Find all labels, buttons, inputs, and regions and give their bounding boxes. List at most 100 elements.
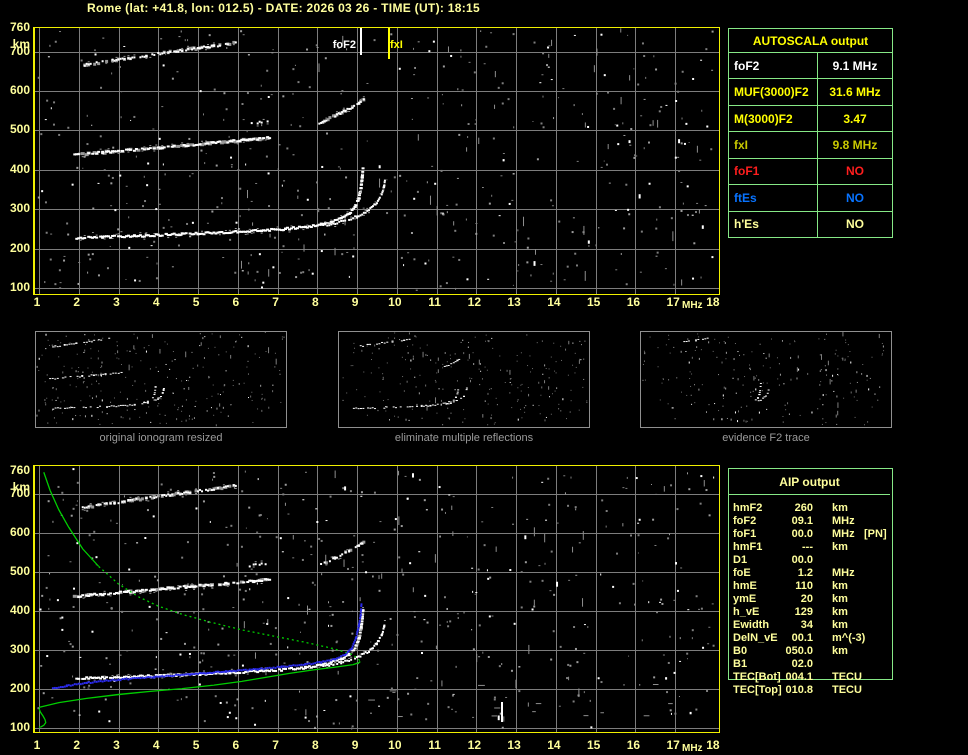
aip-value: 1.2 [797, 567, 813, 579]
aip-value: 34 [800, 619, 813, 631]
panel-caption-eliminate: eliminate multiple reflections [394, 432, 534, 444]
autoscala-row-fxi: fxI 9.8 MHz [729, 132, 892, 159]
x-tick-label: 9 [351, 295, 359, 309]
aip-unit: km [832, 645, 848, 657]
aip-unit: km [832, 580, 848, 592]
x-tick-label: 13 [507, 738, 521, 752]
aip-row-hme: hmE 110 km [733, 580, 891, 593]
aip-unit: MHz [832, 567, 855, 579]
aip-value: 010.8 [785, 684, 813, 696]
y-tick-label: 500 [9, 122, 30, 136]
y-tick-label: 300 [9, 201, 30, 215]
aip-row-d1: D1 00.0 [733, 554, 891, 567]
parameter-name: MUF(3000)F2 [729, 79, 818, 105]
x-tick-label: 12 [467, 295, 482, 309]
x-tick-label: 2 [73, 738, 81, 752]
aip-value: 02.0 [791, 658, 813, 670]
aip-unit: km [832, 541, 848, 553]
aip-unit: MHz [832, 528, 855, 540]
parameter-name: ftEs [729, 185, 818, 211]
aip-unit: km [832, 593, 848, 605]
y-tick-label: 300 [9, 642, 30, 656]
y-tick-label: 760 [9, 463, 30, 477]
x-tick-label: 10 [388, 295, 402, 309]
aip-value: 110 [795, 580, 813, 592]
x-tick-label: 18 [706, 295, 720, 309]
top-x-axis-unit: MHz [682, 300, 703, 311]
parameter-value: 3.47 [843, 111, 867, 126]
aip-label: foE [733, 567, 751, 579]
x-tick-label: 1 [33, 738, 41, 752]
aip-value: 260 [794, 502, 813, 514]
autoscala-window: Rome (lat: +41.8, lon: 012.5) - DATE: 20… [0, 0, 968, 755]
x-tick-label: 14 [547, 738, 561, 752]
x-tick-label: 3 [113, 295, 120, 309]
aip-unit: km [832, 606, 848, 618]
y-tick-label: 200 [9, 241, 30, 255]
ionogram-bottom-canvas [33, 465, 720, 733]
aip-unit: TECU [832, 671, 862, 683]
y-tick-label: 200 [9, 681, 30, 695]
y-tick-label: 600 [9, 525, 30, 539]
aip-row-tectop: TEC[Top] 010.8 TECU [733, 684, 891, 697]
parameter-value: NO [846, 190, 864, 205]
x-tick-label: 7 [272, 738, 279, 752]
y-tick-label: 100 [9, 280, 30, 294]
aip-unit: TECU [832, 684, 862, 696]
x-tick-label: 18 [706, 738, 720, 752]
autoscala-table-body: foF2 9.1 MHz MUF(3000)F2 31.6 MHz M(3000)F2 3… [729, 53, 892, 237]
y-tick-label: 400 [9, 603, 30, 617]
x-tick-label: 1 [33, 295, 41, 309]
x-tick-label: 5 [192, 295, 200, 309]
x-tick-label: 2 [73, 295, 81, 309]
x-tick-label: 15 [586, 295, 601, 309]
autoscala-row-m3000f2: M(3000)F2 3.47 [729, 105, 892, 133]
y-tick-label: 760 [9, 20, 30, 34]
x-tick-label: 6 [232, 738, 240, 752]
y-tick-label: 500 [9, 564, 30, 578]
parameter-name: foF2 [729, 53, 818, 79]
x-tick-label: 16 [626, 295, 641, 309]
aip-label: B0 [733, 645, 748, 657]
aip-value: 00.0 [791, 554, 813, 566]
parameter-value: 9.1 MHz [832, 58, 878, 73]
autoscala-table-title: AUTOSCALA output [729, 29, 892, 53]
panel-evidence-f2-canvas [640, 331, 892, 428]
aip-row-foe: foE 1.2 MHz [733, 567, 891, 580]
aip-row-tecbot: TEC[Bot] 004.1 TECU [733, 671, 891, 684]
aip-unit: km [832, 502, 848, 514]
x-tick-label: 10 [388, 738, 402, 752]
x-tick-label: 4 [152, 295, 160, 309]
page-title: Rome (lat: +41.8, lon: 012.5) - DATE: 20… [87, 1, 480, 15]
aip-row-hmf2: hmF2 260 km [733, 502, 891, 515]
aip-label: B1 [733, 658, 748, 670]
parameter-name: fxI [729, 132, 818, 158]
autoscala-row-fof1: foF1 NO [729, 158, 892, 186]
x-tick-label: 15 [586, 738, 601, 752]
aip-value: 129 [794, 606, 813, 618]
y-tick-label: 400 [9, 162, 30, 176]
autoscala-row-fof2: foF2 9.1 MHz [729, 53, 892, 80]
panel-caption-original: original ionogram resized [99, 432, 223, 444]
parameter-value: NO [846, 164, 864, 179]
foF2-marker-label: foF2 [332, 39, 356, 51]
parameter-name: foF1 [729, 158, 818, 185]
parameter-value: 31.6 MHz [829, 85, 881, 100]
autoscala-row-muf3000f2: MUF(3000)F2 31.6 MHz [729, 79, 892, 106]
autoscala-output-table: AUTOSCALA output foF2 9.1 MHz MUF(3000)F2 3… [728, 28, 893, 238]
x-tick-label: 3 [113, 738, 120, 752]
aip-value: 00.1 [791, 632, 813, 644]
y-tick-label: 600 [9, 83, 30, 97]
parameter-value: NO [846, 217, 864, 232]
aip-row-fof1: foF1 00.0 MHz [PN] [733, 528, 891, 541]
x-tick-label: 14 [547, 295, 561, 309]
ionogram-top-canvas [33, 27, 720, 295]
aip-row-hmf1: hmF1 --- km [733, 541, 891, 554]
x-tick-label: 5 [192, 738, 200, 752]
x-tick-label: 7 [272, 295, 279, 309]
aip-row-b0: B0 050.0 km [733, 645, 891, 658]
y-tick-label: 700 [9, 486, 30, 500]
autoscala-row-hes: h'Es NO [729, 211, 892, 237]
parameter-name: h'Es [729, 211, 818, 237]
x-tick-label: 8 [311, 295, 319, 309]
